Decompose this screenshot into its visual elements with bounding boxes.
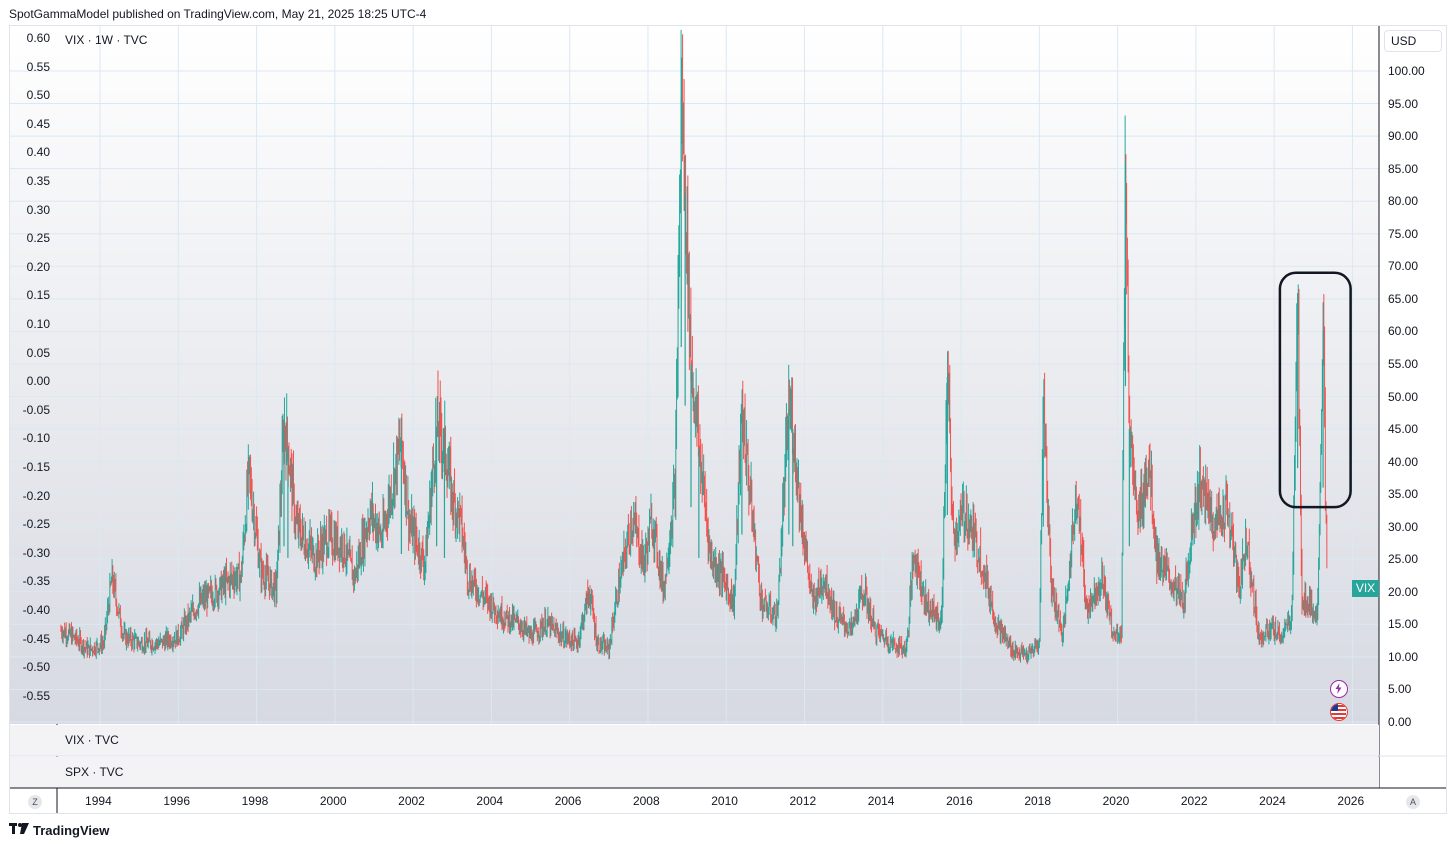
- x-tick-label: 1994: [85, 794, 112, 808]
- left-tick-label: 0.45: [26, 116, 50, 131]
- left-tick-label: 0.60: [26, 31, 50, 45]
- left-tick-label: 0.10: [26, 317, 50, 331]
- right-tick-label: 10.00: [1388, 649, 1419, 664]
- right-tick-label: 55.00: [1388, 356, 1419, 371]
- left-tick-label: 0.55: [26, 59, 50, 74]
- right-tick-label: 25.00: [1388, 552, 1419, 567]
- main-legend[interactable]: VIX · 1W · TVC: [65, 33, 147, 47]
- x-tick-label: 2026: [1337, 794, 1365, 808]
- left-tick-label: -0.10: [22, 431, 50, 446]
- right-tick-label: 20.00: [1388, 584, 1419, 599]
- left-tick-label: -0.25: [22, 517, 50, 532]
- x-tick-label: 2008: [632, 794, 660, 808]
- right-tick-label: 50.00: [1388, 389, 1419, 404]
- pane-spx: [10, 757, 1379, 788]
- left-tick-label: 0.30: [26, 202, 50, 217]
- x-tick-label: 2020: [1102, 794, 1130, 808]
- right-tick-label: 75.00: [1388, 226, 1419, 241]
- x-tick-label: 2024: [1259, 794, 1286, 808]
- right-tick-label: 65.00: [1388, 291, 1419, 306]
- left-tick-label: -0.55: [22, 688, 50, 703]
- right-tick-label: 80.00: [1388, 194, 1419, 209]
- left-tick-label: 0.40: [26, 145, 50, 160]
- left-tick-label: -0.05: [22, 402, 50, 417]
- x-tick-label: 2010: [711, 794, 738, 808]
- x-tick-label: 2004: [476, 794, 504, 808]
- right-tick-label: 35.00: [1388, 487, 1419, 502]
- right-tick-label: 0.00: [1388, 715, 1412, 729]
- x-tick-label: 2000: [319, 794, 347, 808]
- left-tick-label: -0.40: [22, 603, 50, 617]
- pane-vix: [10, 725, 1379, 756]
- right-tick-label: 100.00: [1388, 64, 1425, 78]
- footer-brand: TradingView: [9, 823, 109, 838]
- left-tick-label: 0.15: [26, 288, 50, 303]
- pane-vix-label[interactable]: VIX · TVC: [65, 733, 119, 747]
- lightning-icon[interactable]: [1330, 680, 1348, 698]
- right-tick-label: 70.00: [1388, 259, 1419, 274]
- right-tick-label: 85.00: [1388, 161, 1419, 176]
- right-tick-label: 40.00: [1388, 454, 1419, 469]
- us-flag-icon[interactable]: [1330, 703, 1348, 721]
- plot-background: [10, 26, 1379, 724]
- left-tick-label: -0.45: [22, 631, 50, 646]
- left-tick-label: -0.50: [22, 660, 50, 675]
- left-tick-label: -0.15: [22, 460, 50, 474]
- left-tick-label: -0.20: [22, 488, 50, 503]
- x-tick-label: 2022: [1180, 794, 1208, 808]
- tradingview-logo-icon: [9, 823, 29, 838]
- x-tick-label: 2012: [789, 794, 817, 808]
- right-tick-label: 90.00: [1388, 129, 1419, 144]
- x-tick-label: 2006: [554, 794, 582, 808]
- x-tick-label: 2016: [946, 794, 973, 808]
- right-tick-label: 15.00: [1388, 617, 1419, 632]
- x-tick-label: 2018: [1024, 794, 1052, 808]
- z-button[interactable]: Z: [28, 795, 42, 809]
- left-tick-label: 0.00: [26, 374, 50, 389]
- auto-scale-button[interactable]: A: [1406, 795, 1420, 809]
- right-tick-label: 45.00: [1388, 422, 1419, 437]
- left-tick-label: 0.25: [26, 231, 50, 246]
- currency-button[interactable]: USD: [1384, 30, 1442, 52]
- x-tick-label: 2002: [398, 794, 425, 808]
- left-tick-label: 0.35: [26, 174, 50, 188]
- right-tick-label: 60.00: [1388, 324, 1419, 339]
- chart-canvas[interactable]: [0, 0, 1456, 847]
- left-tick-label: -0.35: [22, 574, 50, 589]
- right-tick-label: 95.00: [1388, 96, 1419, 111]
- x-tick-label: 2014: [867, 794, 895, 808]
- x-tick-label: 1996: [163, 794, 191, 808]
- last-value-tag: VIX: [1352, 580, 1379, 597]
- pane-spx-label[interactable]: SPX · TVC: [65, 765, 123, 779]
- left-tick-label: 0.05: [26, 345, 50, 360]
- x-tick-label: 1998: [241, 794, 269, 808]
- left-tick-label: 0.20: [26, 259, 50, 274]
- right-tick-label: 30.00: [1388, 519, 1419, 534]
- left-tick-label: 0.50: [26, 88, 50, 103]
- left-tick-label: -0.30: [22, 545, 50, 560]
- right-tick-label: 5.00: [1388, 682, 1412, 697]
